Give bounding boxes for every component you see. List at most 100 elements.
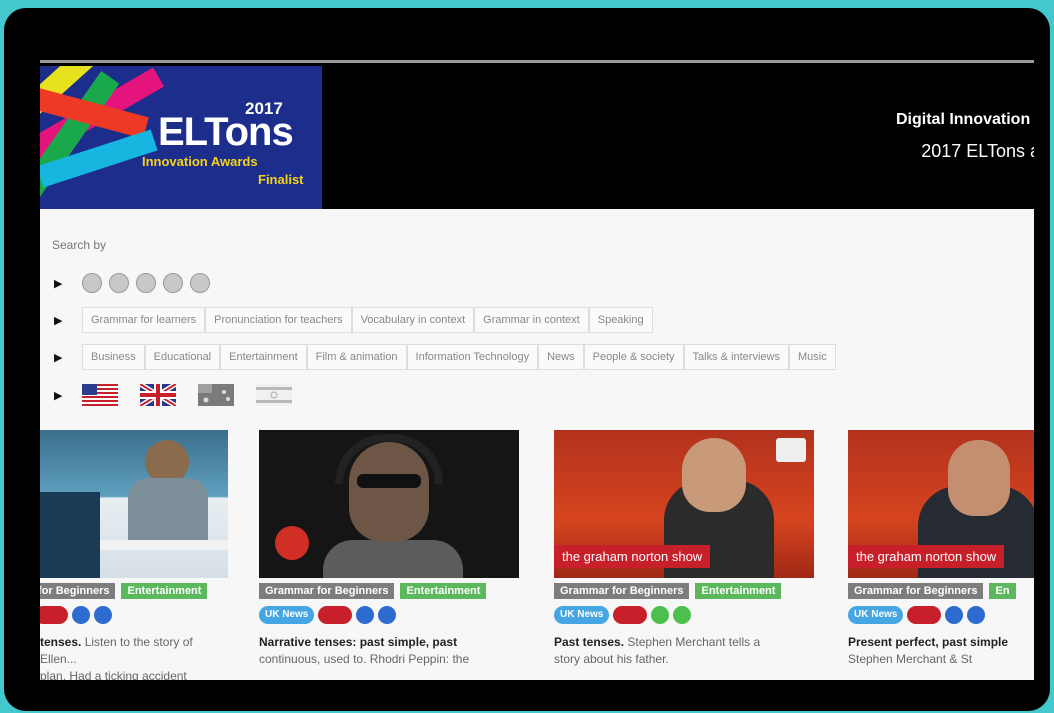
video-card[interactable]: Grammar for Beginners Entertainment tens… [40,430,230,680]
glasses [357,474,421,488]
banner-tagline-1: Digital Innovation f [896,111,1034,128]
card-text-line2: story about his father. [554,652,669,666]
uk-flag-icon[interactable] [140,384,176,406]
category-chip[interactable]: Grammar for learners [82,307,206,333]
video-card[interactable]: the graham norton show Grammar for Begin… [848,430,1034,680]
topic-chip[interactable]: Educational [144,344,221,370]
video-thumbnail[interactable] [259,430,519,578]
other-flag-icon[interactable] [256,384,292,406]
level-filter-row: ▶ [54,270,217,296]
topic-chip[interactable]: Film & animation [306,344,407,370]
category-filter-row: ▶ Grammar for learners Pronunciation for… [54,307,653,333]
category-badge[interactable]: Grammar for Beginners [554,583,690,599]
logo-subtitle: Innovation Awards [142,154,258,169]
topic-badge[interactable]: Entertainment [400,583,487,599]
us-flag-icon[interactable] [82,384,118,406]
header-banner: 2017 ELTons Innovation Awards Finalist D… [40,60,1034,209]
topic-chip[interactable]: Talks & interviews [683,344,789,370]
topic-chip[interactable]: News [538,344,584,370]
level-circle[interactable] [163,273,183,293]
topic-chip[interactable]: Business [82,344,145,370]
topic-badge[interactable]: En [989,583,1016,599]
level-circle[interactable] [190,273,210,293]
category-chip[interactable]: Grammar in context [474,307,589,333]
topic-chip[interactable]: Music [788,344,836,370]
banner-tagline-2: 2017 ELTons a [921,141,1034,161]
video-card[interactable]: the graham norton show Grammar for Begin… [554,430,816,680]
news-pill[interactable]: UK News [848,606,904,624]
news-pill[interactable]: UK News [554,606,610,624]
topic-badge[interactable]: Entertainment [121,583,208,599]
icon-row: UK News [848,606,986,624]
australia-flag-icon[interactable] [198,384,234,406]
bbc-logo-icon [776,438,806,462]
video-thumbnail[interactable]: the graham norton show [554,430,814,578]
person-figure [323,540,463,578]
level-dot-icon [356,606,375,624]
person-figure [682,438,746,512]
card-title[interactable]: tenses. [40,635,81,649]
topic-chip[interactable]: People & society [583,344,684,370]
topic-badge[interactable]: Entertainment [695,583,782,599]
level-circle[interactable] [109,273,129,293]
card-text-line2: continuous, used to. Rhodri Peppin: the [259,652,470,666]
collapse-arrow-icon[interactable]: ▶ [54,389,68,402]
level-circle[interactable] [82,273,102,293]
topic-chip[interactable]: Information Technology [406,344,539,370]
accent-filter-row: ▶ [54,382,314,408]
collapse-arrow-icon[interactable]: ▶ [54,277,68,290]
channel-logo-icon [275,526,309,560]
webpage-screen: 2017 ELTons Innovation Awards Finalist D… [40,60,1034,680]
collapse-arrow-icon[interactable]: ▶ [54,314,68,327]
level-dot-icon [651,606,670,624]
uk-flag-icon [907,606,942,624]
level-dot-icon [967,606,986,624]
icon-row: UK News [259,606,397,624]
video-thumbnail[interactable]: the graham norton show [848,430,1034,578]
level-dot-icon [673,606,692,624]
card-description: tenses. Listen to the story of Ellen... … [40,634,230,680]
card-description: Past tenses. Stephen Merchant tells a st… [554,634,816,668]
uk-flag-icon [40,606,68,624]
level-dot-icon [945,606,964,624]
icon-row: UK News [554,606,692,624]
video-thumbnail[interactable] [40,430,228,578]
topic-filter-row: ▶ Business Educational Entertainment Fil… [54,344,836,370]
card-title[interactable]: Present perfect, past simple [848,635,1008,649]
logo-title: ELTons [158,110,294,154]
video-card[interactable]: Grammar for Beginners Entertainment UK N… [259,430,521,680]
person-figure [40,492,100,578]
person-figure [948,440,1010,516]
category-chip[interactable]: Vocabulary in context [351,307,475,333]
category-chip[interactable]: Pronunciation for teachers [205,307,352,333]
level-circle[interactable] [136,273,156,293]
level-dot-icon [94,606,112,624]
card-description: Present perfect, past simple Stephen Mer… [848,634,1034,668]
tablet-frame: 2017 ELTons Innovation Awards Finalist D… [4,8,1050,711]
eltons-logo[interactable]: 2017 ELTons Innovation Awards Finalist [40,66,322,209]
show-caption: the graham norton show [554,545,711,568]
category-chip[interactable]: Speaking [588,307,653,333]
badge-row: Grammar for Beginners En [848,583,1016,599]
card-text-line2: Stephen Merchant & St [848,652,973,666]
level-dot-icon [378,606,397,624]
uk-flag-icon [613,606,648,624]
card-title[interactable]: Narrative tenses: past simple, past [259,635,457,649]
category-badge[interactable]: Grammar for Beginners [848,583,984,599]
news-pill[interactable]: UK News [259,606,315,624]
collapse-arrow-icon[interactable]: ▶ [54,351,68,364]
category-badge[interactable]: Grammar for Beginners [259,583,395,599]
card-title[interactable]: Past tenses. [554,635,624,649]
person-figure [128,478,208,548]
uk-flag-icon [318,606,353,624]
level-dot-icon [72,606,90,624]
card-description: Narrative tenses: past simple, past cont… [259,634,521,668]
card-text: Stephen Merchant tells a [627,635,761,649]
topic-chip[interactable]: Entertainment [220,344,307,370]
card-text-line2: plan. Had a ticking accident [40,669,187,680]
show-caption: the graham norton show [848,545,1005,568]
badge-row: Grammar for Beginners Entertainment [259,583,487,599]
category-badge[interactable]: Grammar for Beginners [40,583,116,599]
search-by-label: Search by [52,238,107,252]
logo-finalist: Finalist [258,172,304,187]
